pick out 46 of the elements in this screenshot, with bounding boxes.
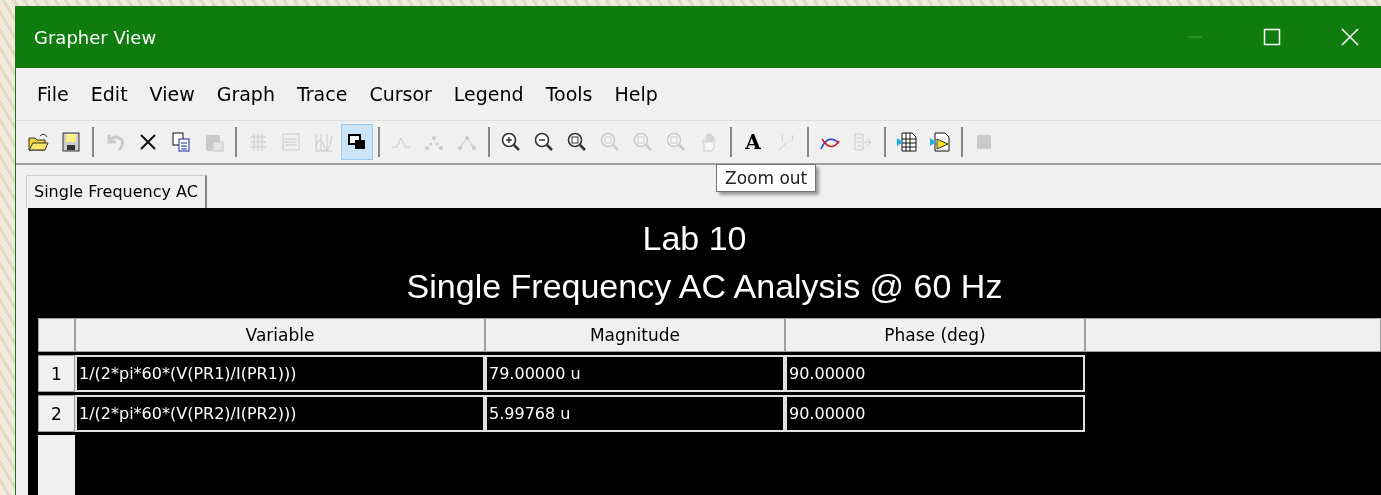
table-cell: 5.99768 u (485, 395, 785, 432)
menu-item[interactable]: Tools (534, 83, 604, 105)
table-cell: 90.00000 (785, 395, 1085, 432)
table-cell: 1/(2*pi*60*(V(PR1)/I(PR1))) (75, 355, 485, 392)
tooltip: Zoom out (716, 164, 817, 192)
menu-item[interactable]: Help (603, 83, 669, 105)
menu-item[interactable]: Graph (205, 83, 286, 105)
table-export-icon (896, 131, 918, 153)
menu-item[interactable]: Edit (79, 83, 139, 105)
menu-item[interactable]: Legend (442, 83, 535, 105)
graph-subtitle: Single Frequency AC Analysis @ 60 Hz (405, 266, 1004, 307)
chart-icon (313, 131, 335, 153)
row-number: 2 (38, 395, 75, 432)
table-cell: 79.00000 u (485, 355, 785, 392)
table-cell: 90.00000 (785, 355, 1085, 392)
export-icon (852, 131, 874, 153)
zoom-fit-icon (566, 131, 588, 153)
magnifier-icon (632, 131, 654, 153)
copy-icon (170, 131, 192, 153)
row-header-background (38, 435, 75, 495)
column-header[interactable] (1085, 318, 1381, 352)
menu-item[interactable]: Trace (285, 83, 359, 105)
magnifier-icon (665, 131, 687, 153)
table-corner (38, 318, 75, 352)
grid-icon (247, 131, 269, 153)
list-icon (280, 131, 302, 153)
tab[interactable]: Single Frequency AC (26, 175, 207, 208)
column-header[interactable]: Variable (75, 318, 485, 352)
graph-title: Lab 10 (641, 218, 748, 259)
maximize-icon[interactable] (1263, 28, 1281, 46)
column-header[interactable]: Magnitude (485, 318, 785, 352)
toolbar-button[interactable] (341, 124, 373, 160)
menu-item[interactable]: File (26, 83, 80, 105)
column-header[interactable]: Phase (deg) (785, 318, 1085, 352)
file-export-icon (929, 131, 951, 153)
window-title: Grapher View (34, 26, 157, 48)
zoom-out-icon (533, 131, 555, 153)
folder-icon (27, 131, 49, 153)
magnifier-icon (599, 131, 621, 153)
table-cell: 1/(2*pi*60*(V(PR2)/I(PR2))) (75, 395, 485, 432)
zoom-in-icon (500, 131, 522, 153)
row-number: 1 (38, 355, 75, 392)
text-button[interactable]: A (737, 124, 769, 160)
close-icon[interactable] (1341, 28, 1359, 46)
menu-item[interactable]: Cursor (358, 83, 443, 105)
menu-item[interactable]: View (138, 83, 206, 105)
